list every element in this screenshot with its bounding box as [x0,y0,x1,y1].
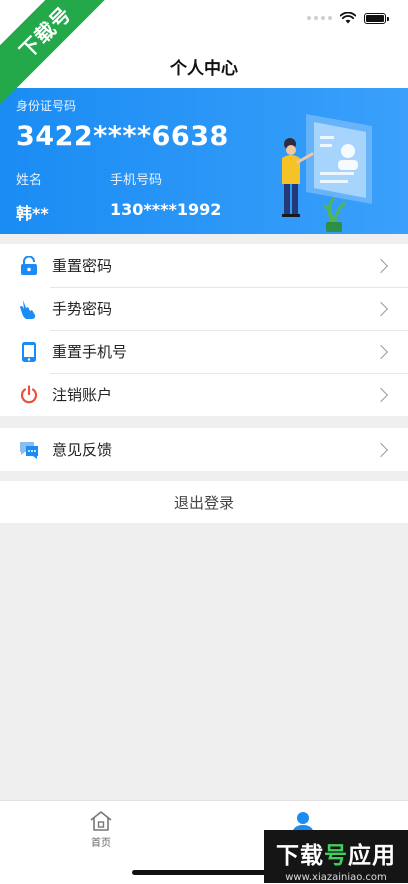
menu-item-feedback[interactable]: 意见反馈 [0,428,408,471]
id-number: 3422****6638 [16,121,229,152]
tab-home-label: 首页 [91,838,111,849]
watermark-logo: 下载号应用 www.xiazainiao.com [264,830,408,883]
card-illustration-icon [282,114,372,232]
watermark-text: 下载 [276,843,324,869]
home-indicator [132,870,276,875]
signal-icon [307,16,332,20]
phone-label: 手机号码 [110,173,163,188]
lock-icon [18,255,40,277]
name-value: 韩** [16,204,49,223]
logout-button[interactable]: 退出登录 [0,481,408,523]
id-label: 身份证号码 [16,99,77,113]
menu-item-label: 手势密码 [52,300,113,318]
tab-home[interactable]: 首页 [88,810,114,849]
chevron-right-icon [373,442,389,457]
menu-item-reset-phone[interactable]: 重置手机号 [0,330,408,373]
home-icon [90,811,112,831]
chevron-right-icon [373,344,389,359]
name-label: 姓名 [16,173,43,188]
hand-gesture-icon [18,298,40,320]
watermark-text-2: 应用 [348,843,396,869]
feedback-icon [18,439,40,461]
id-card: 身份证号码 3422****6638 姓名 手机号码 韩** 130****19… [0,88,408,234]
menu-group-account: 重置密码 手势密码 重置手机号 注销账户 [0,244,408,416]
menu-item-gesture-password[interactable]: 手势密码 [0,287,408,330]
menu-item-label: 注销账户 [52,386,113,404]
menu-group-feedback: 意见反馈 [0,428,408,471]
power-icon [18,384,40,406]
watermark-url: www.xiazainiao.com [285,872,387,883]
menu-item-reset-password[interactable]: 重置密码 [0,244,408,287]
status-icons [307,12,389,24]
phone-value: 130****1992 [110,200,222,219]
nav-bar: 个人中心 [0,44,408,88]
wifi-icon [340,12,356,24]
battery-icon [364,12,389,24]
menu-item-cancel-account[interactable]: 注销账户 [0,373,408,416]
page-title: 个人中心 [170,58,238,79]
chevron-right-icon [373,387,389,402]
menu-item-label: 重置手机号 [52,343,128,361]
watermark-accent: 号 [324,843,348,869]
chevron-right-icon [373,301,389,316]
chevron-right-icon [373,258,389,273]
phone-icon [18,341,40,363]
menu-item-label: 重置密码 [52,257,113,275]
menu-item-label: 意见反馈 [52,441,113,459]
